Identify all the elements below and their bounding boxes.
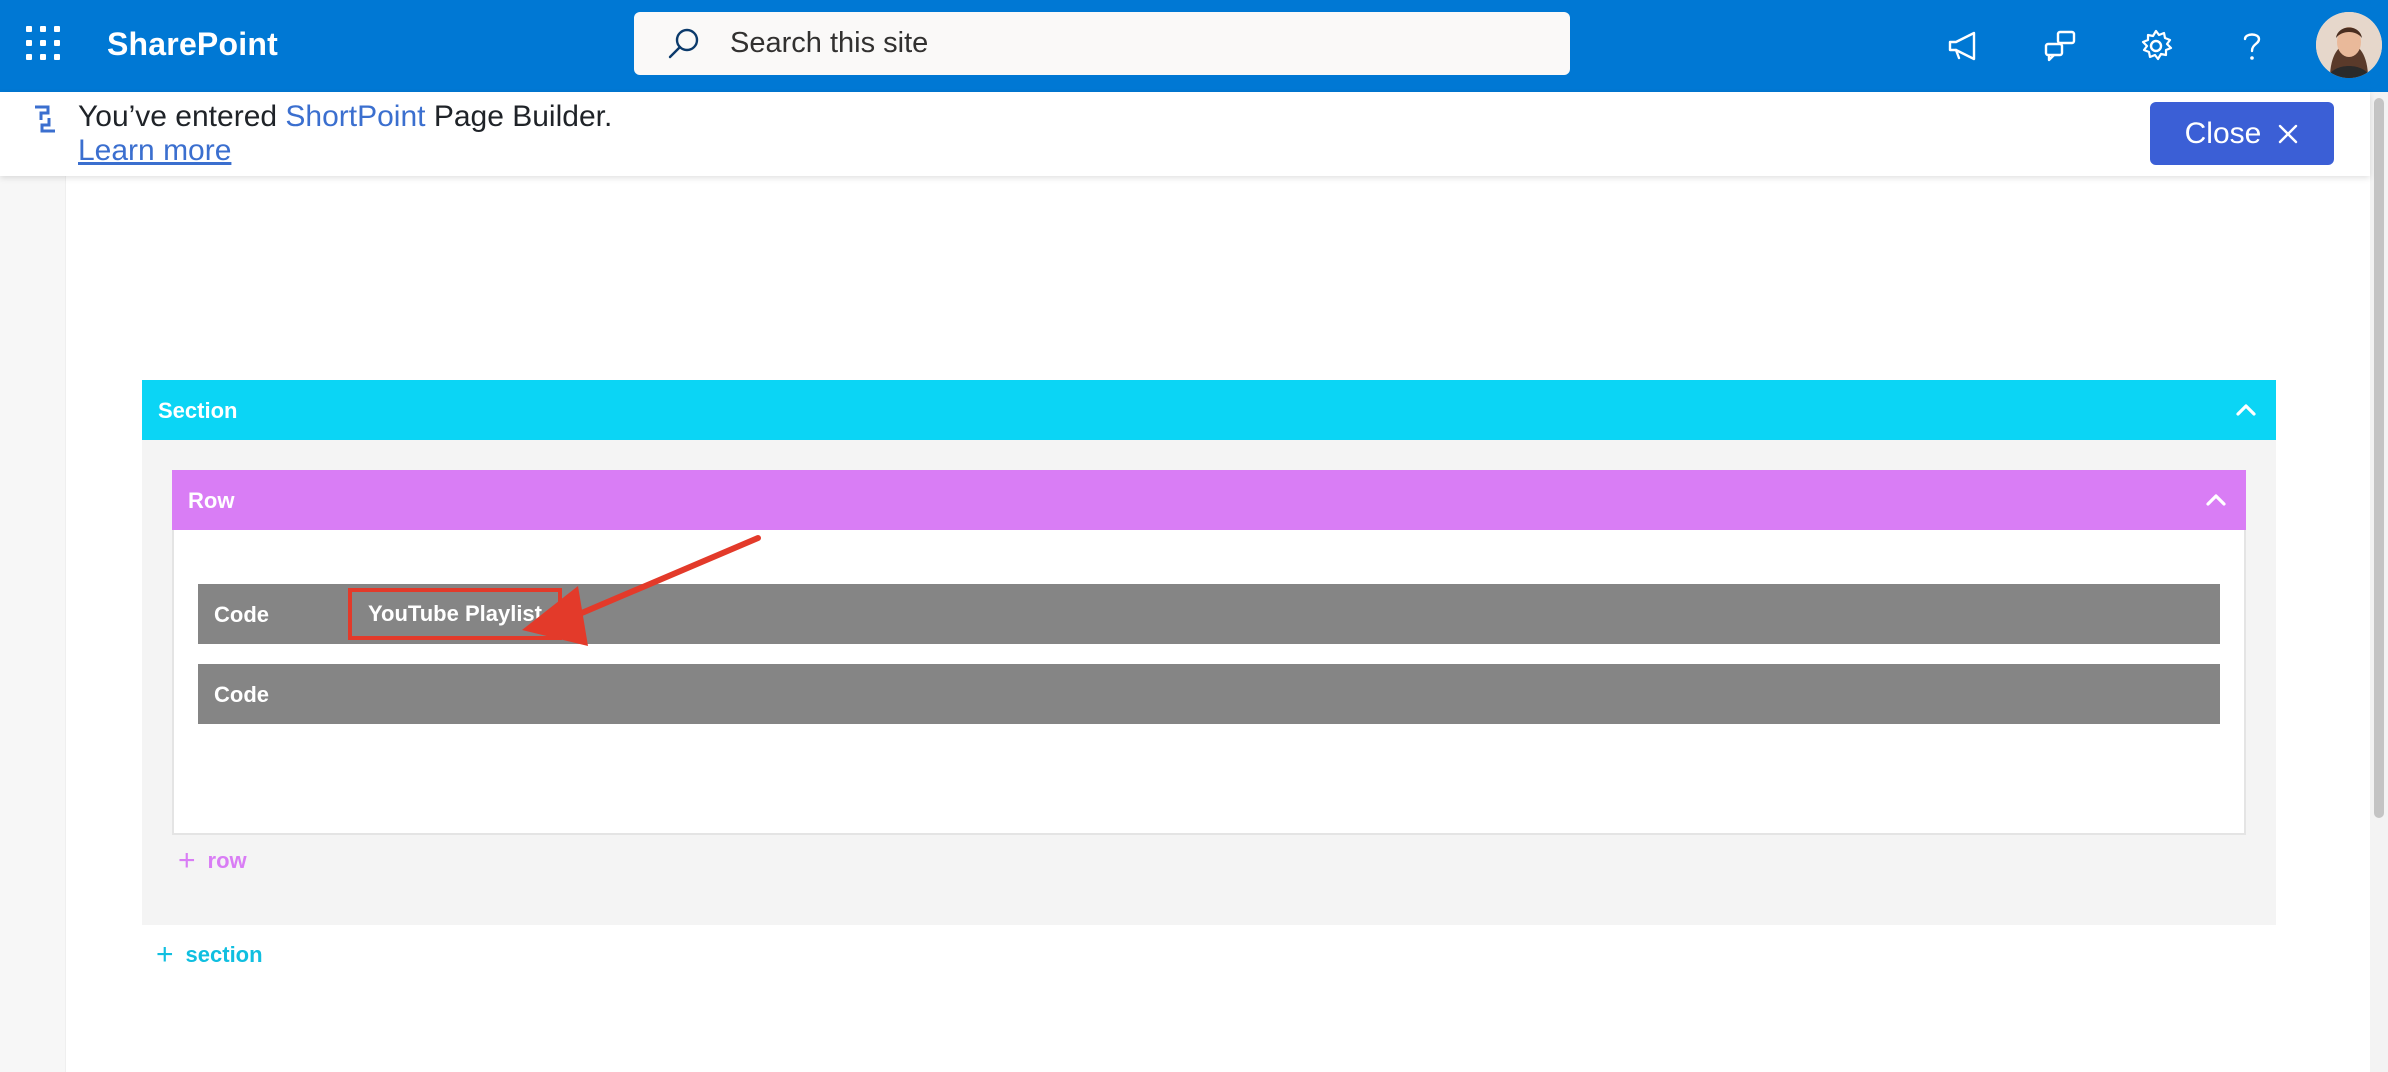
section-header[interactable]: Section (142, 380, 2276, 440)
suite-bar: SharePoint (0, 0, 2388, 92)
code-block[interactable]: Code (198, 664, 2220, 724)
brand-title[interactable]: SharePoint (107, 26, 278, 63)
chevron-up-icon[interactable] (2202, 486, 2230, 514)
megaphone-icon[interactable] (1936, 18, 1992, 74)
add-row-button[interactable]: + row (178, 844, 247, 877)
app-launcher-icon[interactable] (26, 26, 60, 60)
code-block-label: Code (214, 682, 269, 707)
close-button[interactable]: Close (2150, 102, 2334, 165)
banner-message-suffix: Page Builder. (425, 100, 613, 133)
left-rail (0, 176, 66, 1072)
scrollbar-thumb[interactable] (2374, 98, 2384, 818)
section-container: Section Row Code YouTube Playlist Code (142, 380, 2276, 925)
plus-icon: + (178, 844, 196, 877)
gear-icon[interactable] (2128, 18, 2184, 74)
close-icon (2279, 124, 2298, 143)
chat-icon[interactable] (2032, 18, 2088, 74)
plus-icon: + (156, 938, 174, 971)
close-button-label: Close (2184, 116, 2262, 150)
page-builder-banner: You’ve entered ShortPoint Page Builder. … (0, 92, 2370, 176)
add-section-label: section (185, 942, 263, 967)
add-section-button[interactable]: + section (156, 938, 263, 971)
chevron-up-icon[interactable] (2232, 396, 2260, 424)
row-label: Row (188, 488, 235, 513)
avatar[interactable] (2316, 12, 2382, 78)
banner-message-accent: ShortPoint (285, 100, 426, 133)
section-label: Section (158, 398, 238, 423)
banner-message-prefix: You’ve entered (78, 100, 286, 133)
code-block[interactable]: Code YouTube Playlist (198, 584, 2220, 644)
search-input[interactable] (730, 12, 1530, 75)
help-icon[interactable] (2224, 18, 2280, 74)
banner-message: You’ve entered ShortPoint Page Builder. (78, 100, 612, 134)
code-block-label: Code (214, 602, 269, 627)
add-row-label: row (207, 848, 247, 873)
search-icon (668, 28, 699, 59)
shortpoint-logo-icon (35, 105, 55, 133)
youtube-playlist-tag[interactable]: YouTube Playlist (348, 588, 562, 640)
search-box[interactable] (634, 12, 1570, 75)
learn-more-link[interactable]: Learn more (78, 134, 231, 168)
row-header[interactable]: Row (172, 470, 2246, 530)
scrollbar[interactable] (2370, 92, 2388, 1072)
